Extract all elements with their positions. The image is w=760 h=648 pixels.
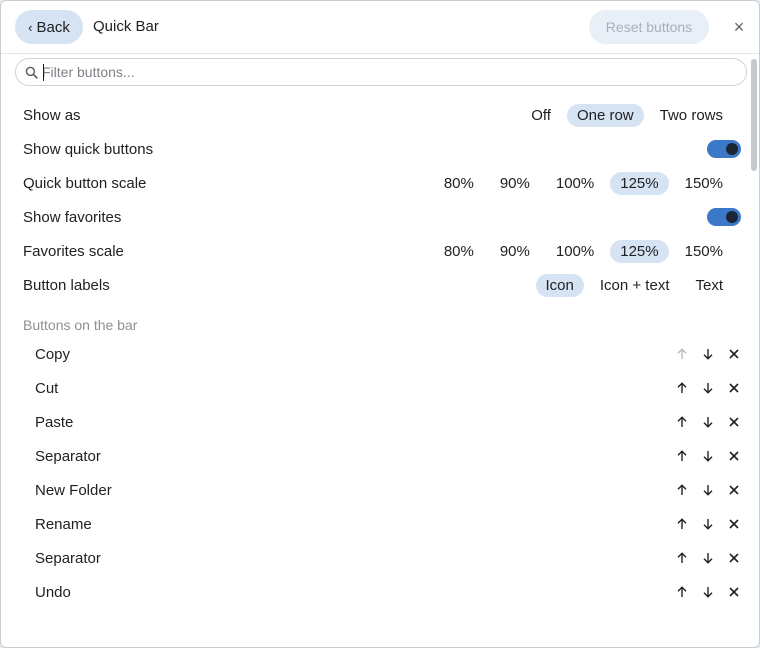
list-item: Copy <box>35 337 743 371</box>
close-icon[interactable] <box>725 345 743 363</box>
quick-button-scale-selector: 80% 90% 100% 125% 150% <box>434 171 733 195</box>
arrow-up-icon[interactable] <box>673 379 691 397</box>
show-quick-buttons-toggle[interactable] <box>707 140 741 158</box>
option-favorites-scale-2[interactable]: 100% <box>546 240 604 263</box>
button-name: Undo <box>35 583 71 601</box>
close-icon[interactable] <box>725 515 743 533</box>
arrow-up-icon[interactable] <box>673 481 691 499</box>
close-icon[interactable] <box>725 447 743 465</box>
show-favorites-toggle[interactable] <box>707 208 741 226</box>
arrow-up-icon[interactable] <box>673 447 691 465</box>
option-button-labels-0[interactable]: Icon <box>535 273 584 297</box>
setting-label: Show quick buttons <box>23 140 154 158</box>
option-favorites-scale-1[interactable]: 90% <box>490 240 540 263</box>
button-name: New Folder <box>35 481 112 499</box>
list-item: Separator <box>35 541 743 575</box>
close-icon[interactable]: × <box>729 16 749 38</box>
option-favorites-scale-4[interactable]: 150% <box>675 240 733 263</box>
option-show-as-1[interactable]: One row <box>566 103 644 127</box>
button-name: Separator <box>35 549 101 567</box>
setting-label: Quick button scale <box>23 174 147 192</box>
list-item: Paste <box>35 405 743 439</box>
toggle-knob <box>726 143 738 155</box>
reset-buttons-button[interactable]: Reset buttons <box>589 10 709 44</box>
search-icon <box>25 66 38 79</box>
chevron-left-icon: ‹ <box>28 19 33 35</box>
list-item: Separator <box>35 439 743 473</box>
setting-show-as: Show as Off One row Two rows <box>23 98 733 132</box>
arrow-up-icon <box>673 345 691 363</box>
header-bar: ‹ Back Quick Bar Reset buttons × <box>1 1 759 54</box>
button-name: Cut <box>35 379 59 397</box>
option-quick-button-scale-4[interactable]: 150% <box>675 172 733 195</box>
setting-show-favorites: Show favorites <box>23 200 741 234</box>
setting-label: Show favorites <box>23 208 122 226</box>
option-show-as-2[interactable]: Two rows <box>650 104 733 127</box>
option-quick-button-scale-2[interactable]: 100% <box>546 172 604 195</box>
option-button-labels-2[interactable]: Text <box>685 274 733 297</box>
scrollbar[interactable] <box>751 59 757 645</box>
show-as-selector: Off One row Two rows <box>521 103 733 127</box>
arrow-down-icon[interactable] <box>699 379 717 397</box>
row-controls <box>673 447 743 465</box>
close-icon[interactable] <box>725 583 743 601</box>
button-name: Copy <box>35 345 71 363</box>
search-field[interactable] <box>15 58 747 86</box>
button-labels-selector: Icon Icon + text Text <box>535 273 734 297</box>
favorites-scale-selector: 80% 90% 100% 125% 150% <box>434 239 733 263</box>
arrow-down-icon[interactable] <box>699 481 717 499</box>
setting-label: Show as <box>23 106 81 124</box>
arrow-down-icon[interactable] <box>699 549 717 567</box>
search-input[interactable] <box>42 62 732 82</box>
setting-label: Button labels <box>23 276 110 294</box>
back-button[interactable]: ‹ Back <box>15 10 83 44</box>
quick-bar-settings-window: ‹ Back Quick Bar Reset buttons × Show as… <box>0 0 760 648</box>
arrow-down-icon[interactable] <box>699 447 717 465</box>
row-controls <box>673 481 743 499</box>
close-icon[interactable] <box>725 413 743 431</box>
setting-label: Favorites scale <box>23 242 124 260</box>
arrow-up-icon[interactable] <box>673 583 691 601</box>
row-controls <box>673 379 743 397</box>
option-quick-button-scale-1[interactable]: 90% <box>490 172 540 195</box>
section-title: Buttons on the bar <box>23 317 138 333</box>
arrow-up-icon[interactable] <box>673 515 691 533</box>
option-favorites-scale-3[interactable]: 125% <box>610 239 669 263</box>
scrollbar-thumb[interactable] <box>751 59 757 171</box>
option-quick-button-scale-0[interactable]: 80% <box>434 172 484 195</box>
list-item: Undo <box>35 575 743 609</box>
row-controls <box>673 549 743 567</box>
option-button-labels-1[interactable]: Icon + text <box>590 274 680 297</box>
row-controls <box>673 583 743 601</box>
toggle-knob <box>726 211 738 223</box>
row-controls <box>673 413 743 431</box>
button-name: Rename <box>35 515 92 533</box>
setting-favorites-scale: Favorites scale 80% 90% 100% 125% 150% <box>23 234 733 268</box>
setting-button-labels: Button labels Icon Icon + text Text <box>23 268 733 302</box>
close-icon[interactable] <box>725 379 743 397</box>
list-item: New Folder <box>35 473 743 507</box>
row-controls <box>673 515 743 533</box>
arrow-up-icon[interactable] <box>673 549 691 567</box>
arrow-down-icon[interactable] <box>699 413 717 431</box>
text-caret <box>43 64 44 81</box>
page-title: Quick Bar <box>93 18 159 35</box>
list-item: Cut <box>35 371 743 405</box>
close-icon[interactable] <box>725 481 743 499</box>
back-button-label: Back <box>36 18 70 36</box>
close-icon[interactable] <box>725 549 743 567</box>
row-controls <box>673 345 743 363</box>
option-quick-button-scale-3[interactable]: 125% <box>610 171 669 195</box>
button-name: Separator <box>35 447 101 465</box>
arrow-up-icon[interactable] <box>673 413 691 431</box>
arrow-down-icon[interactable] <box>699 345 717 363</box>
option-favorites-scale-0[interactable]: 80% <box>434 240 484 263</box>
list-item: Rename <box>35 507 743 541</box>
setting-quick-button-scale: Quick button scale 80% 90% 100% 125% 150% <box>23 166 733 200</box>
arrow-down-icon[interactable] <box>699 515 717 533</box>
option-show-as-0[interactable]: Off <box>521 104 561 127</box>
arrow-down-icon[interactable] <box>699 583 717 601</box>
setting-show-quick-buttons: Show quick buttons <box>23 132 741 166</box>
button-name: Paste <box>35 413 74 431</box>
